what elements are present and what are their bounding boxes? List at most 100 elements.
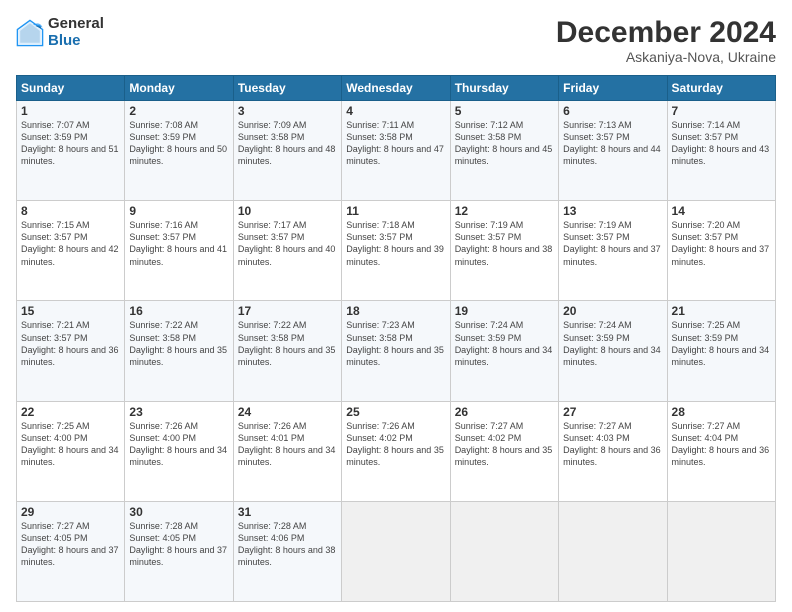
day-cell — [342, 501, 450, 601]
day-info: Sunrise: 7:24 AMSunset: 3:59 PMDaylight:… — [563, 320, 661, 366]
calendar-table: SundayMondayTuesdayWednesdayThursdayFrid… — [16, 75, 776, 602]
day-info: Sunrise: 7:09 AMSunset: 3:58 PMDaylight:… — [238, 120, 336, 166]
week-row-5: 29 Sunrise: 7:27 AMSunset: 4:05 PMDayligh… — [17, 501, 776, 601]
day-cell: 30 Sunrise: 7:28 AMSunset: 4:05 PMDayligh… — [125, 501, 233, 601]
day-cell: 28 Sunrise: 7:27 AMSunset: 4:04 PMDayligh… — [667, 401, 775, 501]
day-number: 20 — [563, 304, 662, 318]
day-number: 13 — [563, 204, 662, 218]
weekday-header-sunday: Sunday — [17, 76, 125, 101]
day-info: Sunrise: 7:17 AMSunset: 3:57 PMDaylight:… — [238, 220, 336, 266]
day-info: Sunrise: 7:20 AMSunset: 3:57 PMDaylight:… — [672, 220, 770, 266]
day-info: Sunrise: 7:23 AMSunset: 3:58 PMDaylight:… — [346, 320, 444, 366]
day-cell: 8 Sunrise: 7:15 AMSunset: 3:57 PMDaylight… — [17, 201, 125, 301]
day-info: Sunrise: 7:19 AMSunset: 3:57 PMDaylight:… — [455, 220, 553, 266]
day-number: 4 — [346, 104, 445, 118]
day-info: Sunrise: 7:27 AMSunset: 4:02 PMDaylight:… — [455, 421, 553, 467]
day-cell: 10 Sunrise: 7:17 AMSunset: 3:57 PMDayligh… — [233, 201, 341, 301]
day-info: Sunrise: 7:28 AMSunset: 4:05 PMDaylight:… — [129, 521, 227, 567]
day-info: Sunrise: 7:26 AMSunset: 4:02 PMDaylight:… — [346, 421, 444, 467]
week-row-2: 8 Sunrise: 7:15 AMSunset: 3:57 PMDaylight… — [17, 201, 776, 301]
weekday-header-monday: Monday — [125, 76, 233, 101]
day-cell — [559, 501, 667, 601]
day-cell: 19Sunrise: 7:24 AMSunset: 3:59 PMDayligh… — [450, 301, 558, 401]
day-cell: 13 Sunrise: 7:19 AMSunset: 3:57 PMDayligh… — [559, 201, 667, 301]
day-number: 8 — [21, 204, 120, 218]
day-number: 23 — [129, 405, 228, 419]
logo-general: General — [48, 16, 104, 33]
day-info: Sunrise: 7:11 AMSunset: 3:58 PMDaylight:… — [346, 120, 444, 166]
day-number: 14 — [672, 204, 771, 218]
day-info: Sunrise: 7:22 AMSunset: 3:58 PMDaylight:… — [238, 320, 336, 366]
day-info: Sunrise: 7:21 AMSunset: 3:57 PMDaylight:… — [21, 320, 119, 366]
day-number: 6 — [563, 104, 662, 118]
weekday-header-thursday: Thursday — [450, 76, 558, 101]
day-cell: 4 Sunrise: 7:11 AMSunset: 3:58 PMDaylight… — [342, 101, 450, 201]
day-number: 28 — [672, 405, 771, 419]
day-number: 18 — [346, 304, 445, 318]
day-number: 17 — [238, 304, 337, 318]
day-cell: 25Sunrise: 7:26 AMSunset: 4:02 PMDayligh… — [342, 401, 450, 501]
day-info: Sunrise: 7:26 AMSunset: 4:00 PMDaylight:… — [129, 421, 227, 467]
day-cell: 7 Sunrise: 7:14 AMSunset: 3:57 PMDaylight… — [667, 101, 775, 201]
weekday-header-wednesday: Wednesday — [342, 76, 450, 101]
day-info: Sunrise: 7:27 AMSunset: 4:05 PMDaylight:… — [21, 521, 119, 567]
subtitle: Askaniya-Nova, Ukraine — [556, 49, 776, 65]
day-info: Sunrise: 7:25 AMSunset: 4:00 PMDaylight:… — [21, 421, 119, 467]
day-number: 22 — [21, 405, 120, 419]
day-number: 10 — [238, 204, 337, 218]
day-cell: 22 Sunrise: 7:25 AMSunset: 4:00 PMDayligh… — [17, 401, 125, 501]
day-number: 3 — [238, 104, 337, 118]
day-cell: 29 Sunrise: 7:27 AMSunset: 4:05 PMDayligh… — [17, 501, 125, 601]
day-info: Sunrise: 7:25 AMSunset: 3:59 PMDaylight:… — [672, 320, 770, 366]
day-number: 5 — [455, 104, 554, 118]
day-number: 24 — [238, 405, 337, 419]
day-info: Sunrise: 7:16 AMSunset: 3:57 PMDaylight:… — [129, 220, 227, 266]
day-cell: 27Sunrise: 7:27 AMSunset: 4:03 PMDayligh… — [559, 401, 667, 501]
day-number: 1 — [21, 104, 120, 118]
day-cell: 18 Sunrise: 7:23 AMSunset: 3:58 PMDayligh… — [342, 301, 450, 401]
logo-icon — [16, 19, 44, 47]
day-cell: 24Sunrise: 7:26 AMSunset: 4:01 PMDayligh… — [233, 401, 341, 501]
day-info: Sunrise: 7:27 AMSunset: 4:04 PMDaylight:… — [672, 421, 770, 467]
weekday-header-friday: Friday — [559, 76, 667, 101]
day-number: 2 — [129, 104, 228, 118]
weekday-header-tuesday: Tuesday — [233, 76, 341, 101]
day-info: Sunrise: 7:14 AMSunset: 3:57 PMDaylight:… — [672, 120, 770, 166]
day-info: Sunrise: 7:15 AMSunset: 3:57 PMDaylight:… — [21, 220, 119, 266]
day-cell — [667, 501, 775, 601]
title-block: December 2024 Askaniya-Nova, Ukraine — [556, 16, 776, 65]
week-row-1: 1 Sunrise: 7:07 AMSunset: 3:59 PMDaylight… — [17, 101, 776, 201]
weekday-header-saturday: Saturday — [667, 76, 775, 101]
day-info: Sunrise: 7:24 AMSunset: 3:59 PMDaylight:… — [455, 320, 553, 366]
day-info: Sunrise: 7:13 AMSunset: 3:57 PMDaylight:… — [563, 120, 661, 166]
day-info: Sunrise: 7:08 AMSunset: 3:59 PMDaylight:… — [129, 120, 227, 166]
day-info: Sunrise: 7:07 AMSunset: 3:59 PMDaylight:… — [21, 120, 119, 166]
logo-text: General Blue — [48, 16, 104, 49]
day-cell: 12 Sunrise: 7:19 AMSunset: 3:57 PMDayligh… — [450, 201, 558, 301]
day-number: 12 — [455, 204, 554, 218]
day-number: 30 — [129, 505, 228, 519]
day-number: 31 — [238, 505, 337, 519]
day-number: 15 — [21, 304, 120, 318]
day-info: Sunrise: 7:12 AMSunset: 3:58 PMDaylight:… — [455, 120, 553, 166]
day-cell: 14 Sunrise: 7:20 AMSunset: 3:57 PMDayligh… — [667, 201, 775, 301]
day-number: 16 — [129, 304, 228, 318]
day-cell: 16Sunrise: 7:22 AMSunset: 3:58 PMDayligh… — [125, 301, 233, 401]
day-number: 27 — [563, 405, 662, 419]
day-cell: 26 Sunrise: 7:27 AMSunset: 4:02 PMDayligh… — [450, 401, 558, 501]
day-number: 7 — [672, 104, 771, 118]
day-number: 11 — [346, 204, 445, 218]
header: General Blue December 2024 Askaniya-Nova… — [16, 16, 776, 65]
day-cell: 17 Sunrise: 7:22 AMSunset: 3:58 PMDayligh… — [233, 301, 341, 401]
day-info: Sunrise: 7:19 AMSunset: 3:57 PMDaylight:… — [563, 220, 661, 266]
day-number: 26 — [455, 405, 554, 419]
day-cell — [450, 501, 558, 601]
day-cell: 2 Sunrise: 7:08 AMSunset: 3:59 PMDaylight… — [125, 101, 233, 201]
day-number: 29 — [21, 505, 120, 519]
day-cell: 9Sunrise: 7:16 AMSunset: 3:57 PMDaylight… — [125, 201, 233, 301]
day-cell: 15 Sunrise: 7:21 AMSunset: 3:57 PMDayligh… — [17, 301, 125, 401]
page: General Blue December 2024 Askaniya-Nova… — [0, 0, 792, 612]
day-info: Sunrise: 7:18 AMSunset: 3:57 PMDaylight:… — [346, 220, 444, 266]
day-cell: 6 Sunrise: 7:13 AMSunset: 3:57 PMDaylight… — [559, 101, 667, 201]
week-row-4: 22 Sunrise: 7:25 AMSunset: 4:00 PMDayligh… — [17, 401, 776, 501]
